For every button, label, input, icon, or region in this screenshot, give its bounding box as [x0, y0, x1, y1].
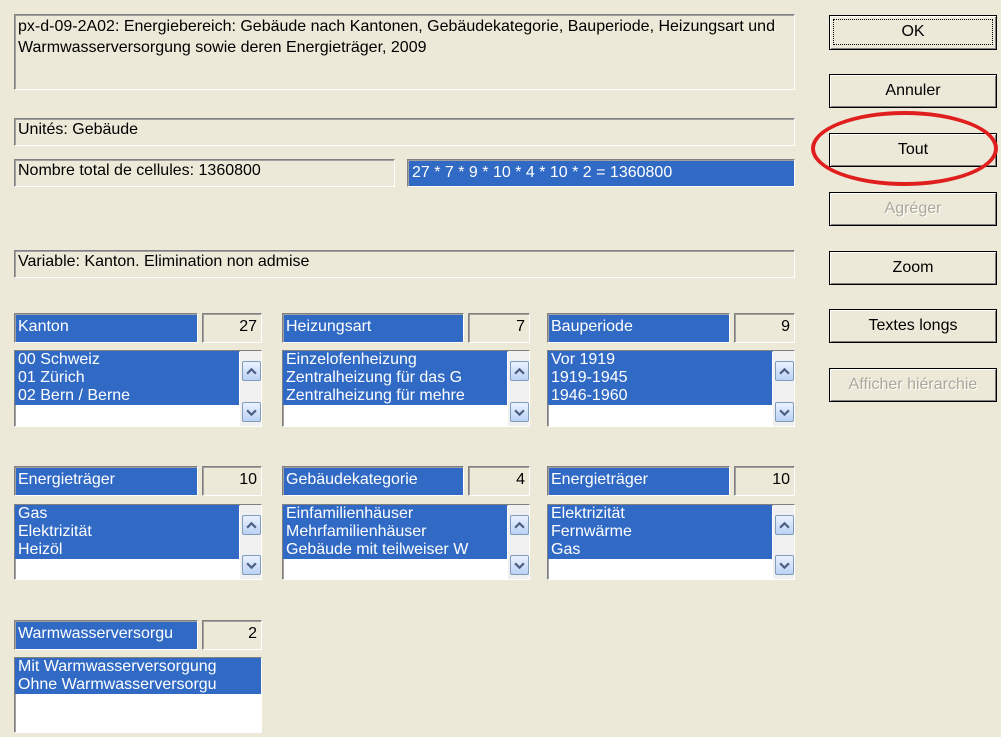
chevron-up-icon	[246, 367, 257, 374]
value-list-gebaeudekategorie[interactable]: Einfamilienhäuser Mehrfamilienhäuser Geb…	[282, 504, 530, 580]
value-list-bauperiode[interactable]: Vor 1919 1919-1945 1946-1960	[547, 350, 795, 427]
chevron-down-icon	[779, 409, 790, 416]
value-list-warmwasserversorgung[interactable]: Mit Warmwasserversorgung Ohne Warmwasser…	[14, 657, 262, 733]
value-list-heizungsart[interactable]: Einzelofenheizung Zentralheizung für das…	[282, 350, 530, 427]
list-item[interactable]: 01 Zürich	[15, 369, 239, 387]
list-item[interactable]: Gebäude mit teilweiser W	[283, 541, 507, 559]
cancel-button[interactable]: Annuler	[829, 74, 997, 108]
chevron-up-icon	[779, 367, 790, 374]
list-item[interactable]: 1946-1960	[548, 387, 772, 405]
value-list-kanton[interactable]: 00 Schweiz 01 Zürich 02 Bern / Berne	[14, 350, 262, 427]
chevron-up-icon	[514, 367, 525, 374]
list-item[interactable]: Fernwärme	[548, 523, 772, 541]
list-item[interactable]: Zentralheizung für mehre	[283, 387, 507, 405]
list-item[interactable]: Elektrizität	[548, 505, 772, 523]
variable-header-warmwasserversorgung[interactable]: Warmwasserversorgu	[14, 620, 198, 650]
variable-header-heizungsart[interactable]: Heizungsart	[282, 313, 464, 343]
scroll-up-button[interactable]	[775, 515, 794, 535]
total-cells-label: Nombre total de cellules: 1360800	[14, 159, 395, 187]
aggregate-button[interactable]: Agréger	[829, 192, 997, 226]
ok-button-label: OK	[833, 19, 993, 45]
scroll-down-button[interactable]	[242, 402, 261, 422]
list-item[interactable]: Gas	[548, 541, 772, 559]
variable-header-energietraeger-warmwasser[interactable]: Energieträger	[547, 466, 730, 496]
scroll-down-button[interactable]	[775, 555, 794, 575]
variable-count-kanton: 27	[202, 313, 262, 343]
scroll-up-button[interactable]	[242, 361, 261, 381]
scroll-up-button[interactable]	[775, 361, 794, 381]
scroll-up-button[interactable]	[242, 515, 261, 535]
ok-button[interactable]: OK	[829, 15, 997, 50]
chevron-up-icon	[246, 521, 257, 528]
variable-count-warmwasserversorgung: 2	[202, 620, 262, 650]
variable-header-bauperiode[interactable]: Bauperiode	[547, 313, 730, 343]
variable-header-energietraeger-heizung[interactable]: Energieträger	[14, 466, 198, 496]
list-item[interactable]: Gas	[15, 505, 239, 523]
scroll-down-button[interactable]	[510, 402, 529, 422]
variable-header-kanton[interactable]: Kanton	[14, 313, 198, 343]
chevron-down-icon	[779, 562, 790, 569]
scrollbar[interactable]	[773, 505, 794, 579]
scrollbar[interactable]	[508, 351, 529, 426]
selected-variable-info: Variable: Kanton. Elimination non admise	[14, 250, 795, 278]
list-item[interactable]: 00 Schweiz	[15, 351, 239, 369]
variable-count-energietraeger-heizung: 10	[202, 466, 262, 496]
scrollbar[interactable]	[773, 351, 794, 426]
cell-count-formula: 27 * 7 * 9 * 10 * 4 * 10 * 2 = 1360800	[407, 159, 795, 187]
units-label: Unités: Gebäude	[14, 118, 795, 146]
zoom-button[interactable]: Zoom	[829, 251, 997, 285]
list-item[interactable]: Elektrizität	[15, 523, 239, 541]
variable-header-gebaeudekategorie[interactable]: Gebäudekategorie	[282, 466, 464, 496]
list-item[interactable]: Heizöl	[15, 541, 239, 559]
scroll-up-button[interactable]	[510, 515, 529, 535]
table-title: px-d-09-2A02: Energiebereich: Gebäude na…	[14, 14, 795, 90]
list-item[interactable]: Zentralheizung für das G	[283, 369, 507, 387]
value-list-energietraeger-heizung[interactable]: Gas Elektrizität Heizöl	[14, 504, 262, 580]
show-hierarchy-button[interactable]: Afficher hiérarchie	[829, 368, 997, 402]
variable-count-bauperiode: 9	[734, 313, 795, 343]
long-texts-button[interactable]: Textes longs	[829, 309, 997, 343]
value-list-energietraeger-warmwasser[interactable]: Elektrizität Fernwärme Gas	[547, 504, 795, 580]
scroll-down-button[interactable]	[510, 555, 529, 575]
chevron-up-icon	[514, 521, 525, 528]
variable-count-gebaeudekategorie: 4	[468, 466, 530, 496]
list-item[interactable]: Vor 1919	[548, 351, 772, 369]
list-item[interactable]: Mit Warmwasserversorgung	[15, 658, 261, 676]
chevron-down-icon	[246, 409, 257, 416]
list-item[interactable]: Mehrfamilienhäuser	[283, 523, 507, 541]
variable-count-heizungsart: 7	[468, 313, 530, 343]
scroll-up-button[interactable]	[510, 361, 529, 381]
chevron-up-icon	[779, 521, 790, 528]
variable-count-energietraeger-warmwasser: 10	[734, 466, 795, 496]
select-all-button[interactable]: Tout	[829, 133, 997, 167]
list-item[interactable]: Einzelofenheizung	[283, 351, 507, 369]
list-item[interactable]: Einfamilienhäuser	[283, 505, 507, 523]
scrollbar[interactable]	[508, 505, 529, 579]
chevron-down-icon	[514, 409, 525, 416]
list-item[interactable]: Ohne Warmwasserversorgu	[15, 676, 261, 694]
scrollbar[interactable]	[240, 351, 261, 426]
scroll-down-button[interactable]	[775, 402, 794, 422]
scroll-down-button[interactable]	[242, 555, 261, 575]
list-item[interactable]: 1919-1945	[548, 369, 772, 387]
chevron-down-icon	[246, 562, 257, 569]
chevron-down-icon	[514, 562, 525, 569]
list-item[interactable]: 02 Bern / Berne	[15, 387, 239, 405]
scrollbar[interactable]	[240, 505, 261, 579]
